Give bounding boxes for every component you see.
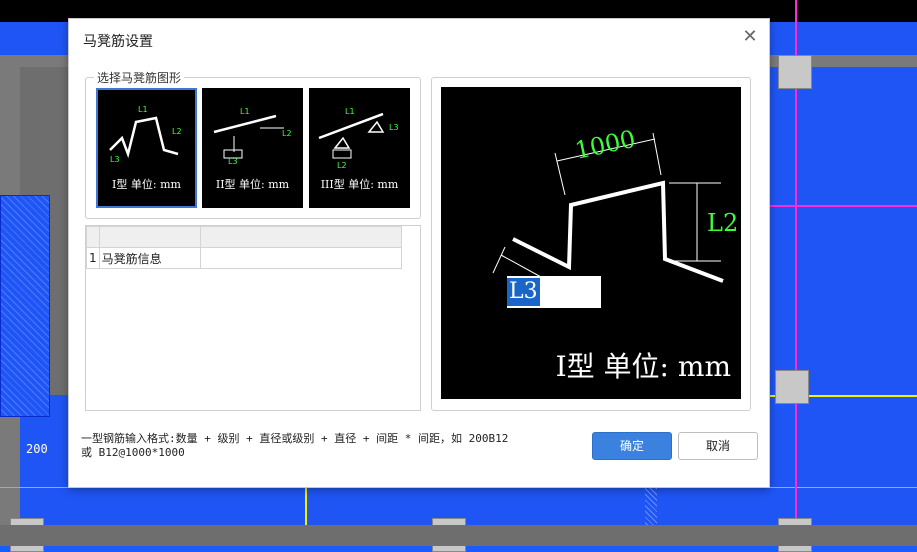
thumb-2-l1-label: L1 — [240, 107, 250, 116]
yellow-line-v — [305, 486, 307, 526]
header-name-cell — [98, 226, 201, 248]
shape-selection-group: 选择马凳筋图形 L1 L2 L3 I型 单位: mm L1 L2 L3 II型 — [85, 69, 421, 219]
thumb-2-caption: II型 单位: mm — [215, 178, 290, 191]
table-header-row — [86, 226, 402, 248]
shape-thumbnail-type-3[interactable]: L1 L3 L2 III型 单位: mm — [309, 88, 410, 208]
gray-beam-bottom — [0, 525, 917, 546]
thumb-1-l2-label: L2 — [172, 127, 182, 136]
thumb-1-caption: I型 单位: mm — [112, 178, 181, 191]
preview-caption: I型 单位: mm — [555, 350, 731, 383]
thumb-2-l2-label: L2 — [282, 129, 292, 138]
info-grid: 1 马凳筋信息 — [86, 226, 402, 269]
format-hint-line-2: 或 B12@1000*1000 — [81, 446, 185, 459]
ok-button[interactable]: 确定 — [592, 432, 672, 460]
thumb-3-caption: III型 单位: mm — [320, 178, 399, 191]
thumb-3-l1-label: L1 — [345, 107, 355, 116]
column-square — [775, 370, 809, 404]
group-label: 选择马凳筋图形 — [94, 69, 185, 86]
shape-thumbnail-type-1[interactable]: L1 L2 L3 I型 单位: mm — [96, 88, 197, 208]
thumb-3-l2-label: L2 — [337, 161, 347, 170]
close-icon[interactable]: ✕ — [741, 28, 759, 46]
column-square — [778, 55, 812, 89]
stirrup-settings-dialog: 马凳筋设置 ✕ 选择马凳筋图形 L1 L2 L3 I型 单位: mm L1 L2… — [68, 18, 770, 488]
l3-input-field[interactable]: L3 — [507, 276, 601, 308]
shape-thumbnail-type-2[interactable]: L1 L2 L3 II型 单位: mm — [202, 88, 303, 208]
format-hint-line-1: 一型钢筋输入格式:数量 + 级别 + 直径或级别 + 直径 + 间距 * 间距，… — [81, 432, 509, 445]
shape-preview-panel: 1000 L2 L3 I型 单位: mm — [431, 77, 751, 411]
header-index-cell — [86, 226, 100, 248]
row-index: 1 — [86, 247, 100, 269]
dialog-title: 马凳筋设置 — [83, 34, 153, 50]
cancel-button[interactable]: 取消 — [678, 432, 758, 460]
table-row[interactable]: 1 马凳筋信息 — [86, 247, 402, 269]
preview-dim-right: L2 — [707, 209, 738, 237]
thumb-1-l3-label: L3 — [110, 155, 120, 164]
l3-selected-text: L3 — [507, 278, 540, 306]
row-value-input[interactable] — [199, 247, 402, 269]
preview-dim-top: 1000 — [572, 125, 638, 165]
dimension-label: 200 — [26, 442, 48, 456]
magenta-line-h — [770, 205, 917, 207]
header-value-cell — [199, 226, 402, 248]
shape-preview: 1000 L2 L3 I型 单位: mm — [441, 87, 741, 399]
thumb-3-l3-label: L3 — [389, 123, 399, 132]
stirrup-info-table: 1 马凳筋信息 — [85, 225, 421, 411]
format-hint: 一型钢筋输入格式:数量 + 级别 + 直径或级别 + 直径 + 间距 * 间距，… — [81, 432, 551, 460]
row-name: 马凳筋信息 — [98, 247, 201, 269]
thumb-1-l1-label: L1 — [138, 105, 148, 114]
thumb-2-l3-label: L3 — [228, 157, 238, 166]
hatched-region — [0, 195, 50, 417]
